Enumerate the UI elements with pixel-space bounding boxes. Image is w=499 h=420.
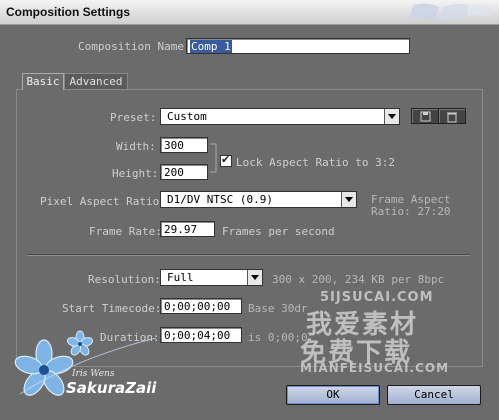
frame-rate-unit: Frames per second (222, 225, 335, 238)
trash-icon (447, 112, 457, 123)
width-input[interactable]: 300 (160, 137, 208, 153)
pixel-aspect-label: Pixel Aspect Ratio: (40, 195, 166, 208)
frame-aspect-line2: Ratio: 27:20 (371, 205, 451, 218)
frame-rate-input[interactable]: 29.97 (160, 221, 215, 237)
duration-input[interactable]: 0;00;04;00 (160, 327, 242, 343)
chevron-down-icon (341, 192, 356, 207)
chevron-down-icon (384, 109, 399, 124)
composition-name-label: Composition Name: (78, 40, 191, 53)
windows-logo-icon (409, 3, 491, 22)
sakura-logo-icon (14, 330, 157, 396)
height-label: Height: (112, 167, 159, 180)
logo-small-text: Iris Wens (72, 369, 115, 379)
start-timecode-input[interactable]: 0;00;00;00 (160, 298, 242, 314)
preset-select[interactable]: Custom (160, 108, 400, 125)
composition-name-value: Comp 1 (190, 40, 232, 53)
start-timecode-info: Base 30dr (248, 302, 308, 315)
window-title: Composition Settings (6, 5, 130, 19)
watermark-site: 5IJSUCAI.COM (320, 290, 434, 305)
start-timecode-label: Start Timecode: (62, 302, 162, 315)
resolution-select[interactable]: Full (160, 269, 263, 286)
width-label: Width: (116, 140, 156, 153)
lock-aspect-checkbox[interactable] (220, 153, 232, 167)
resolution-info: 300 x 200, 234 KB per 8bpc (272, 273, 445, 286)
height-input[interactable]: 200 (160, 164, 208, 180)
pixel-aspect-select[interactable]: D1/DV NTSC (0.9) (160, 191, 357, 208)
logo-text: SakuraZaii (66, 379, 157, 397)
delete-preset-button[interactable] (438, 108, 466, 124)
tab-basic[interactable]: Basic (22, 73, 64, 90)
lock-aspect-label: Lock Aspect Ratio to 3:2 (236, 156, 395, 169)
link-bracket-icon (210, 143, 217, 173)
preset-value: Custom (167, 110, 207, 123)
composition-settings-window: Composition Settings Composition Name: C… (0, 0, 499, 420)
pixel-aspect-value: D1/DV NTSC (0.9) (167, 193, 273, 206)
resolution-value: Full (167, 271, 194, 284)
ok-button[interactable]: OK (286, 385, 380, 405)
save-icon (420, 111, 431, 122)
cancel-button[interactable]: Cancel (387, 385, 481, 405)
preset-label: Preset: (110, 111, 157, 124)
chevron-down-icon (247, 270, 262, 285)
resolution-label: Resolution: (88, 273, 161, 286)
divider (27, 254, 470, 256)
save-preset-button[interactable] (411, 108, 439, 124)
duration-info: is 0;00;0 (248, 331, 308, 344)
title-bar: Composition Settings (0, 0, 499, 25)
watermark-url: MIANFEISUCAI.COM (300, 361, 450, 375)
composition-name-input[interactable]: Comp 1 (186, 38, 410, 54)
tab-advanced[interactable]: Advanced (64, 73, 128, 90)
frame-rate-label: Frame Rate: (89, 225, 162, 238)
